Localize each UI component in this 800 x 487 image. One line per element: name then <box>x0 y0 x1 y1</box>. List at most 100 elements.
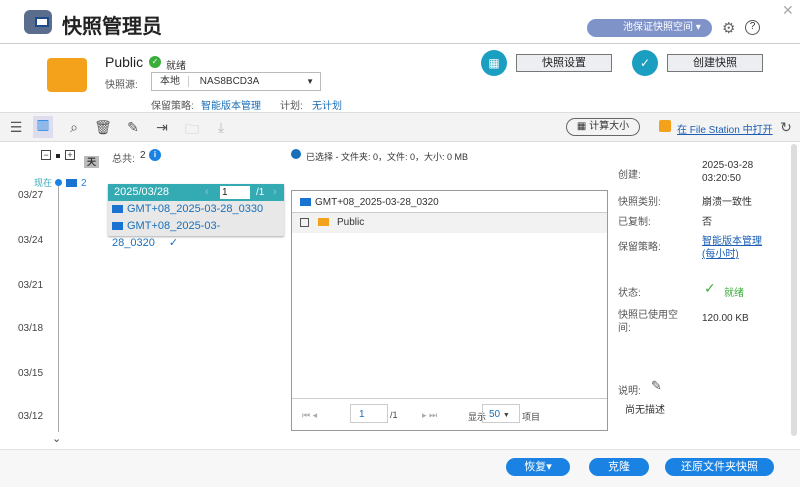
description-label: 说明: <box>618 386 641 397</box>
file-station-icon <box>659 120 671 132</box>
items-label: 项目 <box>522 412 541 422</box>
snapshot-name: GMT+08_2025-03-28_0330 <box>127 203 264 215</box>
restore-button[interactable]: 恢复▾ <box>506 458 570 476</box>
clone-button[interactable]: 克隆 <box>589 458 649 476</box>
app-logo-icon <box>24 10 52 34</box>
pagination: ⏮ ◂ 1 /1 ▸ ⏭ 显示 50 ▼ 项目 <box>292 398 607 430</box>
folder-icon <box>318 218 329 227</box>
next-page-icon[interactable]: › <box>273 184 277 201</box>
next-page-icon[interactable]: ▸ ⏭ <box>422 410 437 421</box>
date-label: 03/27 <box>18 190 44 201</box>
source-label: 快照源: <box>105 80 138 91</box>
delete-icon[interactable]: 🗑 <box>93 119 113 136</box>
now-count: 2 <box>81 178 87 189</box>
source-select[interactable]: 本地 NAS8BCD3A ▼ <box>151 72 321 91</box>
refresh-icon[interactable]: ↻ <box>776 119 796 136</box>
created-time: 03:20:50 <box>702 173 741 184</box>
first-page-icon[interactable]: ⏮ ◂ <box>302 410 317 421</box>
chevron-down-icon[interactable]: ⌄ <box>52 432 61 445</box>
used-space-label-2: 间: <box>618 323 631 334</box>
calendar-icon[interactable]: ▦ <box>481 50 507 76</box>
popup-page-input[interactable]: 1 <box>220 186 250 199</box>
retention-link[interactable]: 智能版本管理 <box>201 97 261 112</box>
toolbar: ☰ ▥ ⌕ 🗑 ✎ ⇥ 🗀 ⤓ ▦ 计算大小 在 File Station 中打… <box>0 112 800 142</box>
type-label: 快照类别: <box>618 197 661 208</box>
selection-summary: 已选择 - 文件夹: 0，文件: 0，大小: 0 MB <box>306 152 469 162</box>
type-value: 崩溃一致性 <box>702 197 752 208</box>
now-dot <box>55 179 62 186</box>
file-browser: GMT+08_2025-03-28_0320 Public ⏮ ◂ 1 /1 ▸… <box>291 190 608 431</box>
list-view-icon[interactable]: ☰ <box>6 119 26 136</box>
close-icon[interactable]: ✕ <box>782 2 794 19</box>
date-label: 03/24 <box>18 235 44 246</box>
retention-detail-label: 保留策略: <box>618 242 661 253</box>
file-name: Public <box>337 217 365 228</box>
open-file-station-link[interactable]: 在 File Station 中打开 <box>677 121 773 136</box>
retention-detail-link-2[interactable]: (每小时) <box>702 245 739 260</box>
snapshot-settings-button[interactable]: 快照设置 <box>516 54 612 72</box>
date-label: 03/15 <box>18 368 44 379</box>
zoom-unit: 天 <box>84 156 99 168</box>
status-value: 就绪 <box>724 288 744 299</box>
file-row[interactable]: Public <box>292 213 607 233</box>
file-browser-header: GMT+08_2025-03-28_0320 <box>292 191 607 213</box>
date-label: 03/12 <box>18 411 44 422</box>
snapshot-icon <box>300 198 311 207</box>
timeline-axis <box>58 182 59 432</box>
gear-icon[interactable]: ⚙ <box>722 19 735 37</box>
total-label: 总共: <box>112 154 135 165</box>
export-icon[interactable]: ⇥ <box>152 119 172 136</box>
edit-icon[interactable]: ✎ <box>123 119 143 136</box>
app-title: 快照管理员 <box>62 16 162 38</box>
snapshot-item[interactable]: GMT+08_2025-03-28_0330 <box>108 201 284 218</box>
check-icon: ✓ <box>704 280 716 296</box>
search-icon[interactable]: ⌕ <box>64 119 84 136</box>
share-status: 就绪 <box>166 61 186 72</box>
per-page-value: 50 <box>489 409 501 420</box>
pool-snapshot-space-dropdown[interactable]: 池保证快照空间 ▾ <box>587 19 712 37</box>
snapshot-icon <box>112 205 123 214</box>
prev-page-icon[interactable]: ‹ <box>205 184 209 201</box>
source-type: 本地 <box>152 76 189 87</box>
snapshot-item-selected[interactable]: GMT+08_2025-03-28_0320 ✓ <box>108 218 284 252</box>
download-icon[interactable]: ⤓ <box>211 119 231 136</box>
check-icon: ✓ <box>168 237 179 249</box>
zoom-level-indicator <box>56 154 60 158</box>
snapshot-popup: 2025/03/28 ‹ 1 /1 › GMT+08_2025-03-28_03… <box>108 184 284 249</box>
snapshot-icon <box>66 179 77 188</box>
scrollbar[interactable] <box>791 144 797 436</box>
pool-label: 池保证快照空间 <box>623 22 693 33</box>
now-snapshot-marker[interactable]: 2 <box>66 178 87 189</box>
edit-description-icon[interactable]: ✎ <box>651 378 662 394</box>
file-checkbox[interactable] <box>300 217 309 227</box>
create-snapshot-button[interactable]: 创建快照 <box>667 54 763 72</box>
snapshot-name: GMT+08_2025-03-28_0320 <box>112 220 221 249</box>
zoom-in-button[interactable]: + <box>65 150 75 160</box>
per-page-select[interactable]: 50 ▼ <box>482 404 520 423</box>
help-icon[interactable]: ? <box>745 20 760 35</box>
created-date: 2025-03-28 <box>702 160 754 171</box>
info-icon[interactable]: i <box>149 149 161 161</box>
status-ok-icon: ✓ <box>149 56 161 68</box>
share-name: Public <box>105 54 144 70</box>
calc-size-label: 计算大小 <box>589 121 630 132</box>
replicated-label: 已复制: <box>618 217 651 228</box>
file-browser-snapshot: GMT+08_2025-03-28_0320 <box>315 197 439 208</box>
folder-icon[interactable]: 🗀 <box>182 119 202 143</box>
popup-date: 2025/03/28 <box>114 186 170 198</box>
status-label: 状态: <box>618 288 641 299</box>
revert-folder-snapshot-button[interactable]: 还原文件夹快照 <box>665 458 774 476</box>
created-label: 创建: <box>618 170 641 181</box>
schedule-link[interactable]: 无计划 <box>312 97 342 112</box>
create-snapshot-icon[interactable]: ✓ <box>632 50 658 76</box>
zoom-out-button[interactable]: − <box>41 150 51 160</box>
retention-label: 保留策略: <box>151 101 194 112</box>
calc-size-button[interactable]: ▦ 计算大小 <box>566 118 640 136</box>
used-space-value: 120.00 KB <box>702 313 749 324</box>
timeline-view-icon[interactable]: ▥ <box>33 116 53 138</box>
share-folder-icon <box>47 58 87 92</box>
popup-pages: /1 <box>256 187 265 198</box>
description-value: 尚无描述 <box>625 405 665 416</box>
page-input[interactable]: 1 <box>350 404 388 423</box>
replicated-value: 否 <box>702 217 712 228</box>
